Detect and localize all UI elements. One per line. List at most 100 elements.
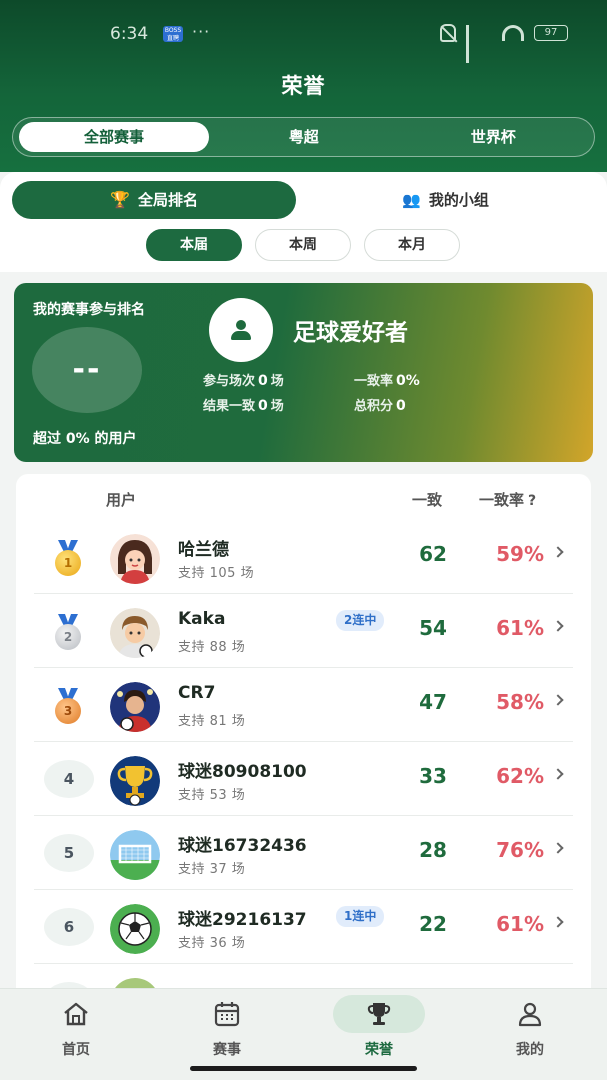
help-icon[interactable]: ? [528, 493, 536, 509]
nav-home[interactable]: 首页 [26, 995, 126, 1059]
rank-number: 4 [44, 760, 94, 798]
streak-badge: 2连中 [336, 610, 385, 631]
nav-matches-label: 赛事 [213, 1042, 241, 1058]
table-row[interactable]: 3 CR7 支持 81 场 47 58% [34, 668, 573, 742]
nav-profile-label: 我的 [516, 1042, 544, 1058]
app-notification-icon: BOSS 直聘 [163, 26, 183, 42]
column-match-rate: 一致率? [479, 491, 537, 509]
person-icon [230, 320, 252, 340]
ranking-mode-panel: 🏆 全局排名 👥 我的小组 本届 本周 本月 [0, 172, 607, 272]
my-rank-value: -- [32, 327, 142, 413]
chevron-right-icon [552, 768, 564, 780]
wifi-icon [502, 25, 524, 41]
nav-honors[interactable]: 荣誉 [329, 995, 429, 1059]
leaderboard: 用户 一致 一致率? 1 哈兰德 支持 105 场 62 59% 2 Kaka … [16, 474, 591, 1034]
avatar [110, 682, 160, 732]
match-count: 54 [419, 616, 447, 640]
user-nickname: 足球爱好者 [293, 320, 408, 346]
tab-guangdong-super-league[interactable]: 粤超 [209, 122, 399, 152]
support-count: 支持 88 场 [178, 640, 246, 655]
home-indicator[interactable] [190, 1066, 417, 1071]
avatar [110, 904, 160, 954]
column-match: 一致 [412, 491, 443, 509]
status-icons: 97 [440, 24, 568, 63]
tab-my-group-label: 我的小组 [428, 191, 489, 209]
player-name: Kaka [178, 609, 226, 629]
nav-honors-label: 荣誉 [365, 1042, 393, 1058]
group-icon: 👥 [402, 191, 421, 209]
rank-number: 6 [44, 908, 94, 946]
nav-home-label: 首页 [62, 1042, 90, 1058]
match-count: 47 [419, 690, 447, 714]
avatar[interactable] [209, 298, 273, 362]
gold-medal-icon: 1 [52, 540, 84, 578]
status-bar: 6:34 BOSS 直聘 ··· 97 [0, 14, 607, 63]
match-count: 62 [419, 542, 447, 566]
chevron-right-icon [552, 546, 564, 558]
signal-icon [466, 25, 492, 63]
player-name: 球迷29216137 [178, 910, 307, 930]
page-title: 荣誉 [281, 74, 326, 98]
period-this-month[interactable]: 本月 [364, 229, 460, 261]
my-rank-title: 我的赛事参与排名 [33, 302, 145, 318]
player-name: 球迷80908100 [178, 762, 307, 782]
table-row[interactable]: 5 球迷16732436 支持 37 场 28 76% [34, 816, 573, 890]
table-row[interactable]: 1 哈兰德 支持 105 场 62 59% [34, 520, 573, 594]
more-notifications-icon: ··· [192, 22, 211, 41]
nav-matches[interactable]: 赛事 [177, 995, 277, 1059]
player-name: 球迷16732436 [178, 836, 307, 856]
support-count: 支持 36 场 [178, 936, 246, 951]
avatar [110, 608, 160, 658]
header: 6:34 BOSS 直聘 ··· 97 荣誉 全部赛事 粤超 世界杯 [0, 0, 607, 172]
stat-result-match: 结果一致 0 场 [203, 398, 284, 414]
rank-number: 5 [44, 834, 94, 872]
chevron-right-icon [552, 916, 564, 928]
avatar [110, 534, 160, 584]
tab-all-competitions[interactable]: 全部赛事 [19, 122, 209, 152]
support-count: 支持 37 场 [178, 862, 246, 877]
battery-icon: 97 [534, 25, 568, 41]
profile-icon [518, 1002, 542, 1027]
match-rate: 61% [496, 616, 544, 640]
table-row[interactable]: 4 球迷80908100 支持 53 场 33 62% [34, 742, 573, 816]
match-rate: 58% [496, 690, 544, 714]
period-this-week[interactable]: 本周 [255, 229, 351, 261]
trophy-icon: 🏆 [110, 190, 130, 209]
chevron-right-icon [552, 620, 564, 632]
nav-profile[interactable]: 我的 [480, 995, 580, 1059]
match-rate: 59% [496, 542, 544, 566]
match-count: 28 [419, 838, 447, 862]
table-row[interactable]: 2 Kaka 支持 88 场 2连中 54 61% [34, 594, 573, 668]
stat-match-rate: 一致率 0% [354, 373, 420, 389]
chevron-right-icon [552, 842, 564, 854]
exceed-percentage: 超过 0% 的用户 [33, 431, 137, 447]
home-icon [64, 1002, 88, 1026]
support-count: 支持 81 场 [178, 714, 246, 729]
scope-tabs: 🏆 全局排名 👥 我的小组 [12, 181, 595, 219]
player-name: 哈兰德 [178, 540, 229, 560]
match-rate: 62% [496, 764, 544, 788]
status-time: 6:34 [110, 24, 149, 44]
bell-off-icon [440, 24, 456, 42]
period-tabs: 本届 本周 本月 [146, 229, 460, 261]
match-count: 33 [419, 764, 447, 788]
silver-medal-icon: 2 [52, 614, 84, 652]
period-this-season[interactable]: 本届 [146, 229, 242, 261]
match-rate: 61% [496, 912, 544, 936]
bronze-medal-icon: 3 [52, 688, 84, 726]
streak-badge: 1连中 [336, 906, 385, 927]
trophy-icon [367, 1003, 391, 1025]
stat-total-points: 总积分 0 [354, 398, 406, 414]
my-rank-card: 我的赛事参与排名 -- 超过 0% 的用户 足球爱好者 参与场次 0 场 一致率 0%… [14, 283, 593, 462]
tab-world-cup[interactable]: 世界杯 [399, 122, 589, 152]
tab-my-group[interactable]: 👥 我的小组 [296, 181, 595, 219]
support-count: 支持 105 场 [178, 566, 255, 581]
tab-global-ranking[interactable]: 🏆 全局排名 [12, 181, 296, 219]
support-count: 支持 53 场 [178, 788, 246, 803]
column-user: 用户 [106, 491, 137, 509]
stat-participate: 参与场次 0 场 [203, 373, 284, 389]
chevron-right-icon [552, 694, 564, 706]
match-count: 22 [419, 912, 447, 936]
calendar-icon [214, 1002, 240, 1027]
table-row[interactable]: 6 球迷29216137 支持 36 场 1连中 22 61% [34, 890, 573, 964]
